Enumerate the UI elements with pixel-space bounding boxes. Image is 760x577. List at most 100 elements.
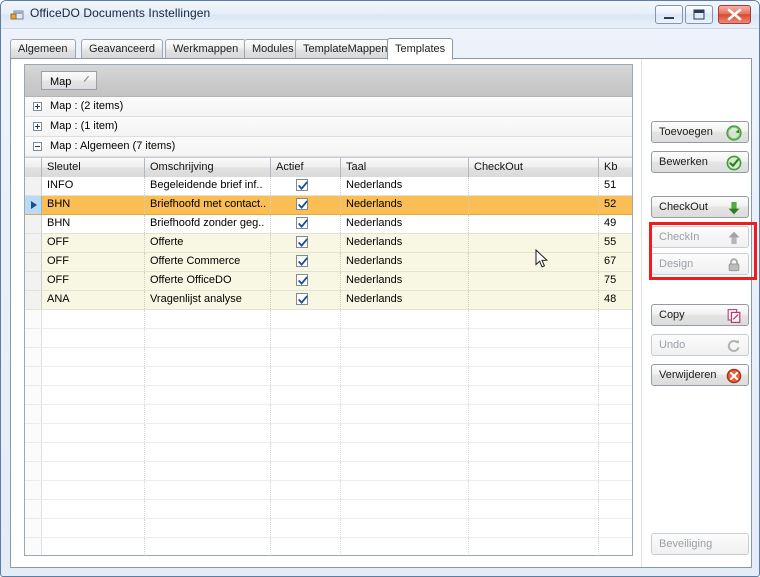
cell-actief[interactable]	[271, 196, 341, 214]
cell-taal[interactable]: Nederlands	[341, 215, 469, 233]
cell-omschrijving[interactable]: Offerte OfficeDO	[145, 272, 271, 290]
sort-ascending-icon[interactable]	[82, 74, 90, 86]
actief-checkbox[interactable]	[296, 293, 308, 305]
cell-checkout[interactable]	[469, 253, 599, 271]
checkout-button[interactable]: CheckOut	[651, 196, 749, 218]
tab-templates[interactable]: Templates	[387, 38, 454, 60]
cell-checkout[interactable]	[469, 272, 599, 290]
table-row[interactable]: BHN Briefhoofd met contact.. Nederlands 52	[25, 196, 632, 215]
empty-cell	[341, 443, 469, 461]
empty-row	[25, 386, 632, 405]
tab-modules[interactable]: Modules	[244, 39, 302, 59]
table-row[interactable]: INFO Begeleidende brief inf.. Nederlands 51	[25, 177, 632, 196]
empty-cell	[271, 443, 341, 461]
cell-actief[interactable]	[271, 215, 341, 233]
actief-checkbox[interactable]	[296, 274, 308, 286]
row-indicator[interactable]	[25, 234, 42, 252]
cell-taal[interactable]: Nederlands	[341, 177, 469, 195]
cell-checkout[interactable]	[469, 234, 599, 252]
cell-sleutel[interactable]: OFF	[42, 253, 145, 271]
cell-kb[interactable]: 55	[599, 234, 632, 252]
plus-box-icon[interactable]	[33, 122, 42, 131]
tab-templatemappen[interactable]: TemplateMappen	[295, 39, 396, 59]
cell-taal[interactable]: Nederlands	[341, 196, 469, 214]
table-row[interactable]: ANA Vragenlijst analyse Nederlands 48	[25, 291, 632, 310]
cell-actief[interactable]	[271, 177, 341, 195]
cell-sleutel[interactable]: INFO	[42, 177, 145, 195]
plus-box-icon[interactable]	[33, 102, 42, 111]
row-indicator[interactable]	[25, 215, 42, 233]
tab-werkmappen[interactable]: Werkmappen	[165, 39, 247, 59]
row-indicator[interactable]	[25, 291, 42, 309]
cell-kb[interactable]: 48	[599, 291, 632, 309]
group-chip-map[interactable]: Map	[41, 71, 98, 90]
toevoegen-button[interactable]: Toevoegen	[651, 121, 749, 143]
cell-omschrijving[interactable]: Offerte Commerce	[145, 253, 271, 271]
row-indicator-selected[interactable]	[25, 196, 42, 214]
cell-actief[interactable]	[271, 272, 341, 290]
cell-kb[interactable]: 49	[599, 215, 632, 233]
cell-taal[interactable]: Nederlands	[341, 234, 469, 252]
row-indicator[interactable]	[25, 253, 42, 271]
row-indicator[interactable]	[25, 177, 42, 195]
cell-sleutel[interactable]: OFF	[42, 234, 145, 252]
cell-kb[interactable]: 75	[599, 272, 632, 290]
cell-checkout[interactable]	[469, 215, 599, 233]
column-header-checkout[interactable]: CheckOut	[469, 158, 599, 177]
empty-cell	[42, 481, 145, 499]
cell-checkout[interactable]	[469, 291, 599, 309]
actief-checkbox[interactable]	[296, 179, 308, 191]
bewerken-button[interactable]: Bewerken	[651, 151, 749, 173]
empty-row-indicator	[25, 310, 42, 328]
actief-checkbox[interactable]	[296, 255, 308, 267]
cell-actief[interactable]	[271, 291, 341, 309]
cell-sleutel[interactable]: BHN	[42, 215, 145, 233]
cell-omschrijving[interactable]: Briefhoofd met contact..	[145, 196, 271, 214]
cell-taal[interactable]: Nederlands	[341, 272, 469, 290]
empty-cell	[469, 443, 599, 461]
cell-kb[interactable]: 51	[599, 177, 632, 195]
minimize-button[interactable]	[655, 5, 683, 24]
tab-geavanceerd[interactable]: Geavanceerd	[81, 39, 164, 59]
column-header-sleutel[interactable]: Sleutel	[42, 158, 145, 177]
cell-checkout[interactable]	[469, 177, 599, 195]
maximize-button[interactable]	[685, 5, 713, 24]
table-row[interactable]: BHN Briefhoofd zonder geg.. Nederlands 49	[25, 215, 632, 234]
cell-checkout[interactable]	[469, 196, 599, 214]
cell-sleutel[interactable]: OFF	[42, 272, 145, 290]
cell-omschrijving[interactable]: Begeleidende brief inf..	[145, 177, 271, 195]
cell-taal[interactable]: Nederlands	[341, 291, 469, 309]
column-header-omschrijving[interactable]: Omschrijving	[145, 158, 271, 177]
cell-omschrijving[interactable]: Vragenlijst analyse	[145, 291, 271, 309]
column-header-actief[interactable]: Actief	[271, 158, 341, 177]
actief-checkbox[interactable]	[296, 236, 308, 248]
cell-kb[interactable]: 67	[599, 253, 632, 271]
cell-taal[interactable]: Nederlands	[341, 253, 469, 271]
close-button[interactable]	[718, 5, 751, 24]
empty-cell	[42, 500, 145, 518]
cell-kb[interactable]: 52	[599, 196, 632, 214]
actief-checkbox[interactable]	[296, 198, 308, 210]
group-row-expanded[interactable]: Map : Algemeen (7 items)	[25, 137, 632, 157]
cell-sleutel[interactable]: ANA	[42, 291, 145, 309]
copy-button[interactable]: Copy	[651, 304, 749, 326]
group-row[interactable]: Map : (2 items)	[25, 97, 632, 117]
empty-cell	[341, 500, 469, 518]
column-header-kb[interactable]: Kb	[599, 158, 632, 177]
cell-sleutel[interactable]: BHN	[42, 196, 145, 214]
group-row[interactable]: Map : (1 item)	[25, 117, 632, 137]
cell-actief[interactable]	[271, 253, 341, 271]
row-indicator[interactable]	[25, 272, 42, 290]
tab-algemeen[interactable]: Algemeen	[10, 39, 76, 59]
column-header-taal[interactable]: Taal	[341, 158, 469, 177]
minus-box-icon[interactable]	[33, 142, 42, 151]
verwijderen-button[interactable]: Verwijderen	[651, 364, 749, 386]
empty-cell	[341, 310, 469, 328]
empty-row	[25, 310, 632, 329]
cell-omschrijving[interactable]: Briefhoofd zonder geg..	[145, 215, 271, 233]
table-row[interactable]: OFF Offerte OfficeDO Nederlands 75	[25, 272, 632, 291]
empty-row	[25, 519, 632, 538]
cell-omschrijving[interactable]: Offerte	[145, 234, 271, 252]
cell-actief[interactable]	[271, 234, 341, 252]
actief-checkbox[interactable]	[296, 217, 308, 229]
